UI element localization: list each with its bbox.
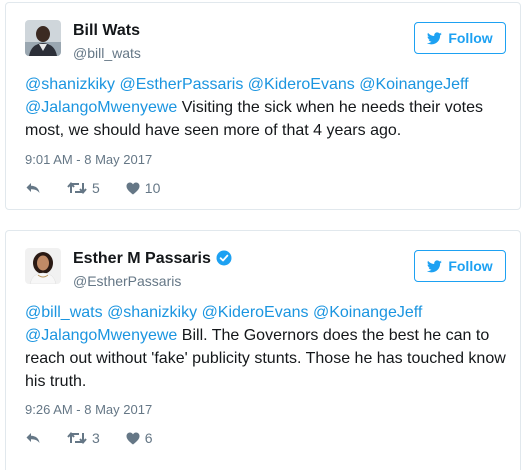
tweet-card: Bill Wats @bill_wats Follow @shanizkiky …: [5, 2, 521, 210]
mention-link[interactable]: @shanizkiky: [25, 76, 115, 93]
timestamp[interactable]: 9:26 AM - 8 May 2017: [25, 402, 152, 417]
reply-icon: [26, 183, 40, 193]
twitter-bird-icon: [427, 31, 443, 44]
reply-button[interactable]: [25, 181, 41, 195]
retweet-button[interactable]: 5: [67, 180, 100, 196]
timestamp[interactable]: 9:01 AM - 8 May 2017: [25, 152, 152, 167]
like-button[interactable]: 6: [126, 430, 153, 446]
retweet-count: 5: [92, 180, 100, 196]
tweet-text: @shanizkiky @EstherPassaris @KideroEvans…: [25, 73, 509, 142]
like-count: 10: [144, 180, 161, 196]
retweet-icon: [67, 431, 87, 445]
twitter-bird-icon: [427, 259, 443, 272]
user-handle[interactable]: @EstherPassaris: [73, 273, 181, 289]
retweet-button[interactable]: 3: [67, 430, 100, 446]
tweet-actions: 3 6: [25, 428, 153, 448]
tweet-text: @bill_wats @shanizkiky @KideroEvans @Koi…: [25, 301, 509, 393]
avatar[interactable]: [25, 248, 61, 284]
reply-button[interactable]: [25, 431, 41, 445]
display-name[interactable]: Bill Wats: [73, 22, 140, 40]
mention-link[interactable]: @shanizkiky: [107, 304, 197, 321]
mention-link[interactable]: @EstherPassaris: [120, 76, 244, 93]
tweet-card: Esther M Passaris @EstherPassaris Follow…: [5, 230, 521, 470]
user-handle[interactable]: @bill_wats: [73, 45, 141, 61]
mention-link[interactable]: @JalangoMwenyewe: [25, 99, 177, 116]
reply-icon: [26, 433, 40, 443]
mention-link[interactable]: @KoinangeJeff: [359, 76, 468, 93]
avatar[interactable]: [25, 20, 61, 56]
like-button[interactable]: 10: [126, 180, 161, 196]
mention-link[interactable]: @JalangoMwenyewe: [25, 327, 177, 344]
display-name[interactable]: Esther M Passaris: [73, 250, 232, 268]
retweet-icon: [67, 181, 87, 195]
heart-icon: [126, 432, 140, 444]
verified-badge-icon: [216, 250, 232, 266]
like-count: 6: [144, 430, 153, 446]
follow-label: Follow: [448, 258, 493, 274]
display-name-text: Esther M Passaris: [73, 250, 211, 267]
heart-icon: [126, 182, 140, 194]
follow-button[interactable]: Follow: [414, 250, 506, 282]
mention-link[interactable]: @KideroEvans: [202, 304, 309, 321]
mention-link[interactable]: @bill_wats: [25, 304, 103, 321]
retweet-count: 3: [92, 430, 100, 446]
follow-button[interactable]: Follow: [414, 22, 506, 54]
follow-label: Follow: [448, 30, 493, 46]
mention-link[interactable]: @KideroEvans: [248, 76, 355, 93]
mention-link[interactable]: @KoinangeJeff: [313, 304, 422, 321]
tweet-actions: 5 10: [25, 178, 160, 198]
